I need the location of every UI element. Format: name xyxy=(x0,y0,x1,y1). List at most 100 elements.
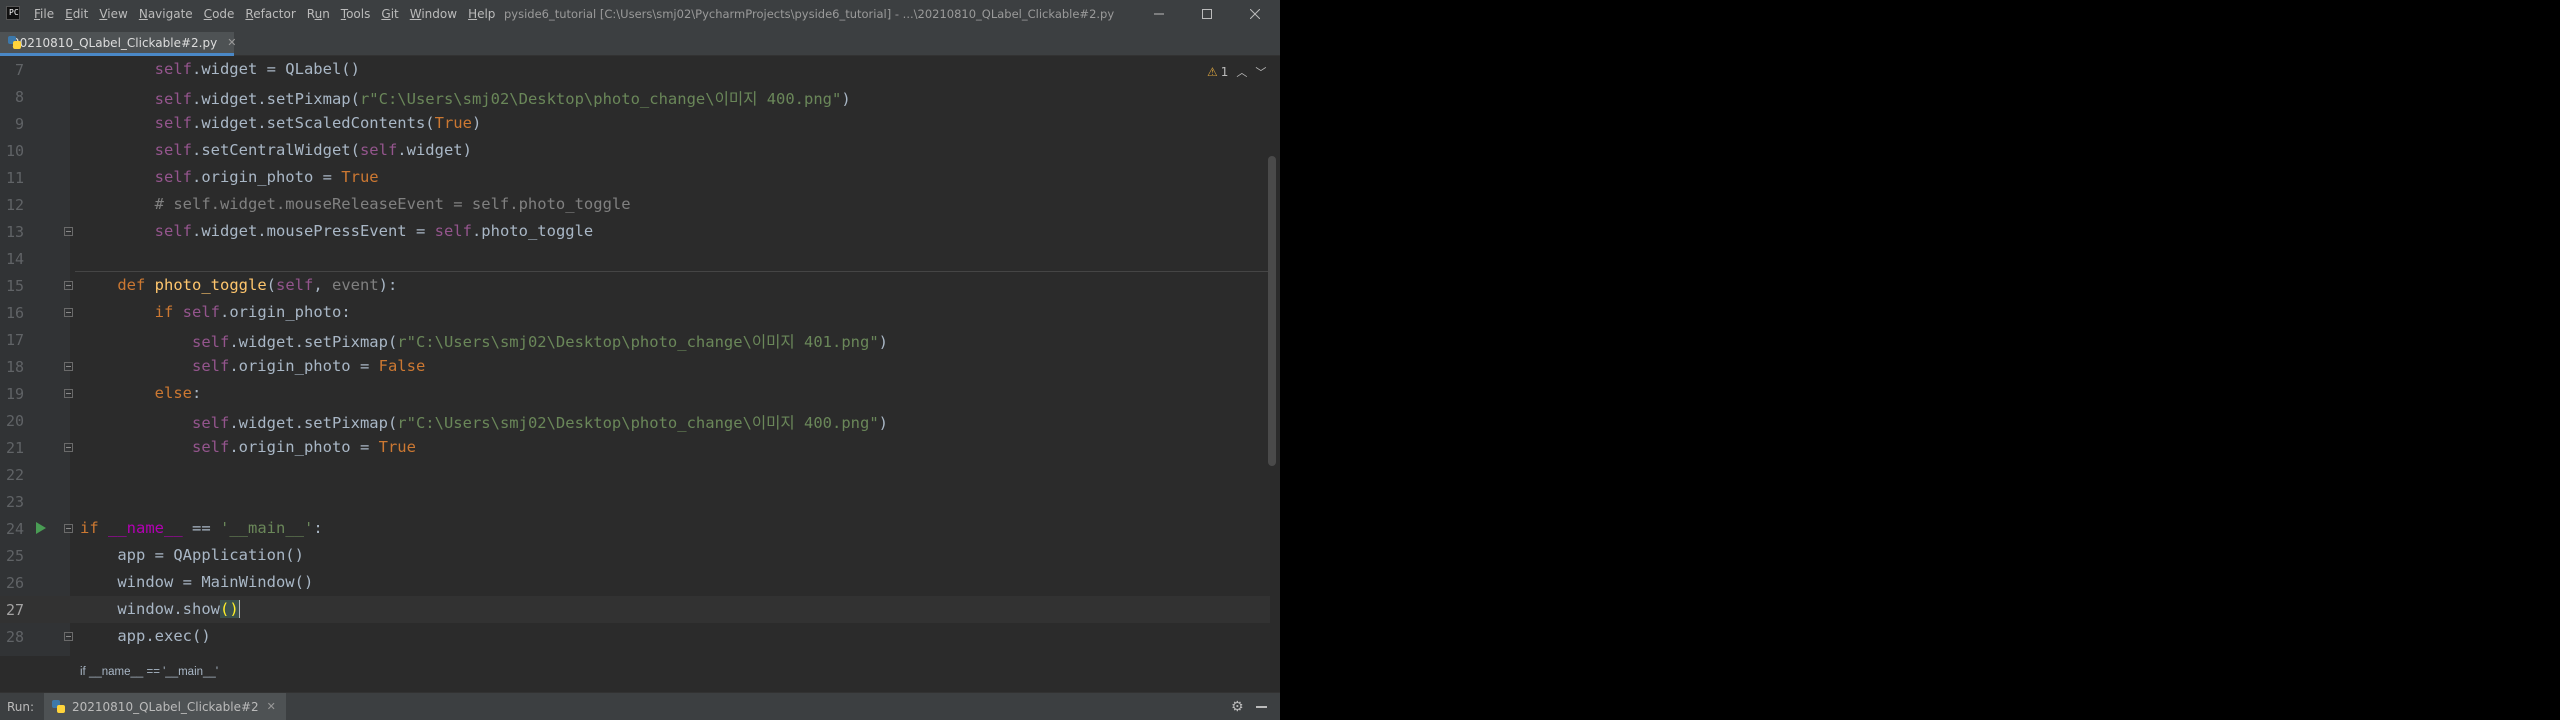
editor-tab-active[interactable]: 20210810_QLabel_Clickable#2.py ✕ xyxy=(0,32,236,56)
code-line[interactable]: 11 self.origin_photo = True xyxy=(0,164,1270,191)
code-text: self.widget.setPixmap(r"C:\Users\smj02\D… xyxy=(191,333,889,351)
pycharm-window: PC File Edit View Navigate Code Refactor Run To… xyxy=(0,0,1280,720)
breadcrumb: if __name__ == '__main__' xyxy=(0,656,1280,686)
warning-count: 1 xyxy=(1220,65,1229,79)
code-line[interactable]: 18 self.origin_photo = False xyxy=(0,353,1270,380)
code-line[interactable]: 7 self.widget = QLabel() xyxy=(0,56,1270,83)
chevron-up-icon[interactable]: ︿ xyxy=(1236,64,1247,80)
code-line[interactable]: 13 self.widget.mousePressEvent = self.ph… xyxy=(0,218,1270,245)
code-editor[interactable]: 7 self.widget = QLabel() 8 self.widget.s… xyxy=(0,56,1280,656)
line-number: 26 xyxy=(5,574,24,592)
fold-marker-icon[interactable] xyxy=(64,281,73,290)
code-line[interactable]: 15 def photo_toggle(self, event): xyxy=(0,272,1270,299)
code-line[interactable]: 21 self.origin_photo = True xyxy=(0,434,1270,461)
minimize-window-button[interactable] xyxy=(1136,0,1182,28)
python-file-icon xyxy=(52,699,66,714)
fold-marker-icon[interactable] xyxy=(64,308,73,317)
close-icon xyxy=(1250,9,1260,19)
fold-marker-icon[interactable] xyxy=(64,362,73,371)
line-number: 21 xyxy=(5,439,24,457)
run-tab-close-icon[interactable]: ✕ xyxy=(267,700,276,713)
code-line[interactable]: 25 app = QApplication() xyxy=(0,542,1270,569)
line-number: 23 xyxy=(5,493,24,511)
menu-refactor[interactable]: Refactor xyxy=(245,7,295,21)
close-window-button[interactable] xyxy=(1232,0,1278,28)
gear-icon[interactable]: ⚙ xyxy=(1231,699,1244,715)
code-line[interactable]: 12 # self.widget.mouseReleaseEvent = sel… xyxy=(0,191,1270,218)
code-line[interactable]: 14 xyxy=(0,245,1270,272)
fold-marker-icon[interactable] xyxy=(64,632,73,641)
code-text: else: xyxy=(154,384,202,402)
chevron-down-icon[interactable]: ﹀ xyxy=(1255,64,1266,80)
code-line[interactable]: 24 if __name__ == '__main__': xyxy=(0,515,1270,542)
code-line[interactable]: 17 self.widget.setPixmap(r"C:\Users\smj0… xyxy=(0,326,1270,353)
code-text: if self.origin_photo: xyxy=(154,303,351,321)
editor-tab-bar: 20210810_QLabel_Clickable#2.py ✕ xyxy=(0,28,1280,56)
inspection-widget[interactable]: ⚠ 1 ︿ ﹀ xyxy=(1207,64,1266,80)
line-number: 25 xyxy=(5,547,24,565)
line-number: 14 xyxy=(5,250,24,268)
pycharm-logo-icon[interactable]: PC xyxy=(6,6,20,20)
run-label: Run: xyxy=(7,700,35,714)
fold-marker-icon[interactable] xyxy=(64,227,73,236)
code-line[interactable]: 23 xyxy=(0,488,1270,515)
code-text: window = MainWindow() xyxy=(80,573,314,591)
code-line[interactable]: 16 if self.origin_photo: xyxy=(0,299,1270,326)
run-config-tab[interactable]: 20210810_QLabel_Clickable#2 ✕ xyxy=(44,693,286,720)
line-number: 27 xyxy=(5,601,24,619)
tab-label: 20210810_QLabel_Clickable#2.py xyxy=(12,35,218,50)
menu-git[interactable]: Git xyxy=(381,7,398,21)
vertical-scrollbar[interactable] xyxy=(1268,156,1276,466)
menu-file[interactable]: File xyxy=(34,7,54,21)
fold-marker-icon[interactable] xyxy=(64,443,73,452)
menu-navigate[interactable]: Navigate xyxy=(139,7,193,21)
menu-help[interactable]: Help xyxy=(468,7,495,21)
run-tool-window-bar: Run: 20210810_QLabel_Clickable#2 ✕ ⚙ xyxy=(0,692,1280,720)
run-gutter-icon[interactable] xyxy=(36,522,46,534)
maximize-window-button[interactable] xyxy=(1184,0,1230,28)
window-title: pyside6_tutorial [C:\Users\smj02\Pycharm… xyxy=(504,7,1115,21)
line-number: 16 xyxy=(5,304,24,322)
run-config-name: 20210810_QLabel_Clickable#2 xyxy=(72,699,259,714)
fold-marker-icon[interactable] xyxy=(64,524,73,533)
code-line[interactable]: 9 self.widget.setScaledContents(True) xyxy=(0,110,1270,137)
code-line[interactable]: 26 window = MainWindow() xyxy=(0,569,1270,596)
line-number: 12 xyxy=(5,196,24,214)
menu-run[interactable]: Run xyxy=(307,7,330,21)
tab-close-icon[interactable]: ✕ xyxy=(227,36,236,49)
code-line[interactable]: 8 self.widget.setPixmap(r"C:\Users\smj02… xyxy=(0,83,1270,110)
code-line-current[interactable]: 27 window.show() xyxy=(0,596,1270,623)
hide-panel-icon[interactable] xyxy=(1256,706,1267,708)
code-line[interactable]: 19 else: xyxy=(0,380,1270,407)
line-number: 13 xyxy=(5,223,24,241)
code-line[interactable]: 10 self.setCentralWidget(self.widget) xyxy=(0,137,1270,164)
code-text: self.widget.mousePressEvent = self.photo… xyxy=(154,222,594,240)
code-text: self.widget = QLabel() xyxy=(154,60,360,78)
code-line[interactable]: 28 app.exec() xyxy=(0,623,1270,650)
line-number: 7 xyxy=(14,61,24,79)
code-text: self.widget.setScaledContents(True) xyxy=(154,114,482,132)
menu-view[interactable]: View xyxy=(99,7,127,21)
line-number: 11 xyxy=(5,169,24,187)
line-number: 18 xyxy=(5,358,24,376)
code-line[interactable]: 20 self.widget.setPixmap(r"C:\Users\smj0… xyxy=(0,407,1270,434)
code-line[interactable]: 22 xyxy=(0,461,1270,488)
menu-edit[interactable]: Edit xyxy=(65,7,88,21)
title-bar: PC File Edit View Navigate Code Refactor Run To… xyxy=(0,0,1280,28)
menu-window[interactable]: Window xyxy=(410,7,457,21)
code-text: self.origin_photo = False xyxy=(191,357,426,375)
line-number: 28 xyxy=(5,628,24,646)
menu-tools[interactable]: Tools xyxy=(341,7,371,21)
code-text: if __name__ == '__main__': xyxy=(80,519,323,537)
line-number: 19 xyxy=(5,385,24,403)
code-text: self.origin_photo = True xyxy=(154,168,379,186)
breadcrumb-item[interactable]: if __name__ == '__main__' xyxy=(80,666,218,678)
fold-marker-icon[interactable] xyxy=(64,389,73,398)
line-number: 20 xyxy=(5,412,24,430)
code-text: window.show() xyxy=(80,600,240,618)
menu-code[interactable]: Code xyxy=(204,7,235,21)
code-text: # self.widget.mouseReleaseEvent = self.p… xyxy=(154,195,631,213)
menu-bar: File Edit View Navigate Code Refactor Run Tools… xyxy=(34,0,506,28)
code-text: self.setCentralWidget(self.widget) xyxy=(154,141,472,159)
code-text: app = QApplication() xyxy=(80,546,304,564)
